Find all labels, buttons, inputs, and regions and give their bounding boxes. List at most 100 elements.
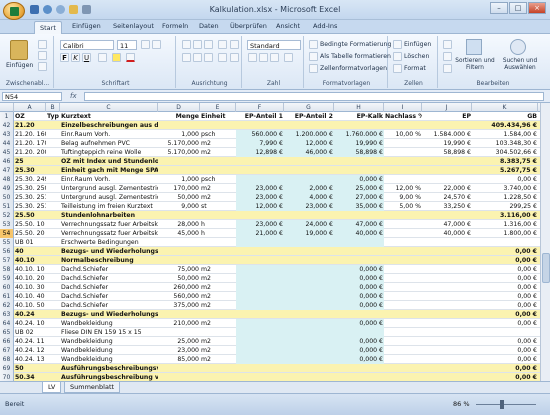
cell-g[interactable] bbox=[284, 346, 334, 355]
cell-j[interactable] bbox=[422, 319, 472, 328]
cell-g[interactable]: EP-Anteil 2 bbox=[284, 112, 334, 121]
tab-formeln[interactable]: Formeln bbox=[162, 22, 188, 30]
indent-icon[interactable] bbox=[218, 53, 227, 62]
cell-b[interactable] bbox=[46, 310, 60, 319]
cell-i[interactable] bbox=[384, 373, 422, 381]
cell-e[interactable] bbox=[200, 121, 236, 130]
row-header[interactable]: 51 bbox=[0, 202, 14, 211]
cell-h[interactable]: 0,000 € bbox=[334, 301, 384, 310]
row-header[interactable]: 66 bbox=[0, 337, 14, 346]
cell-k[interactable]: 0,00 € bbox=[472, 319, 538, 328]
column-header-h[interactable]: H bbox=[334, 103, 384, 112]
cell-d[interactable]: 1,000 bbox=[158, 130, 200, 139]
cell-e[interactable] bbox=[200, 157, 236, 166]
cell-i[interactable] bbox=[384, 265, 422, 274]
cell-i[interactable] bbox=[384, 139, 422, 148]
font-color-icon[interactable] bbox=[126, 53, 135, 62]
cell-j[interactable] bbox=[422, 355, 472, 364]
cell-b[interactable] bbox=[46, 211, 60, 220]
row-header[interactable]: 67 bbox=[0, 346, 14, 355]
cell-f[interactable] bbox=[236, 121, 284, 130]
align-left-icon[interactable] bbox=[182, 53, 191, 62]
cell-f[interactable] bbox=[236, 211, 284, 220]
cell-e[interactable]: m2 bbox=[200, 319, 236, 328]
cell-k[interactable]: 1.228,50 € bbox=[472, 193, 538, 202]
cell-f[interactable] bbox=[236, 337, 284, 346]
cell-c[interactable]: Tuftingteppich reine Wolle bbox=[60, 148, 158, 157]
cell-g[interactable] bbox=[284, 256, 334, 265]
formula-input[interactable] bbox=[84, 92, 544, 101]
cell-h[interactable] bbox=[334, 373, 384, 381]
font-name-select[interactable]: Calibri bbox=[60, 40, 114, 50]
delete-cells-button[interactable]: Löschen bbox=[404, 53, 429, 60]
cell-a[interactable]: 21.20. 160 bbox=[14, 130, 46, 139]
fill-color-icon[interactable] bbox=[112, 53, 121, 62]
cell-e[interactable]: Einheit bbox=[200, 112, 236, 121]
cell-f[interactable]: 12,898 € bbox=[236, 148, 284, 157]
cell-b[interactable] bbox=[46, 247, 60, 256]
orientation-icon[interactable] bbox=[218, 40, 227, 49]
cell-c[interactable]: Wandbekleidung bbox=[60, 337, 158, 346]
underline-icon[interactable]: U bbox=[82, 53, 91, 62]
column-header-a[interactable]: A bbox=[14, 103, 46, 112]
cell-i[interactable]: 12,00 % bbox=[384, 184, 422, 193]
cell-h[interactable]: 19,990 € bbox=[334, 139, 384, 148]
cell-i[interactable] bbox=[384, 220, 422, 229]
cell-g[interactable]: 1.200.000 € bbox=[284, 130, 334, 139]
grow-font-icon[interactable] bbox=[141, 40, 150, 49]
cell-h[interactable]: 47,000 € bbox=[334, 220, 384, 229]
cell-f[interactable] bbox=[236, 346, 284, 355]
row-header[interactable]: 49 bbox=[0, 184, 14, 193]
cell-b[interactable] bbox=[46, 184, 60, 193]
cell-c[interactable]: Dachd.Schiefer bbox=[60, 301, 158, 310]
cell-j[interactable] bbox=[422, 265, 472, 274]
cell-f[interactable] bbox=[236, 247, 284, 256]
cell-f[interactable]: 12,000 € bbox=[236, 202, 284, 211]
cell-a[interactable]: 25.50 bbox=[14, 211, 46, 220]
cell-i[interactable] bbox=[384, 121, 422, 130]
cell-d[interactable]: 375,000 bbox=[158, 301, 200, 310]
row-header[interactable]: 45 bbox=[0, 148, 14, 157]
cell-h[interactable]: 35,000 € bbox=[334, 202, 384, 211]
cell-i[interactable] bbox=[384, 292, 422, 301]
merge-cells-icon[interactable] bbox=[230, 53, 239, 62]
cell-a[interactable]: OZ bbox=[14, 112, 46, 121]
cell-h[interactable] bbox=[334, 247, 384, 256]
cell-f[interactable]: 23,000 € bbox=[236, 193, 284, 202]
cell-d[interactable] bbox=[158, 238, 200, 247]
cell-d[interactable]: 85,000 bbox=[158, 355, 200, 364]
tab-seitenlayout[interactable]: Seitenlayout bbox=[113, 22, 154, 30]
row-header[interactable]: 44 bbox=[0, 139, 14, 148]
cell-e[interactable]: m2 bbox=[200, 139, 236, 148]
cell-d[interactable] bbox=[158, 121, 200, 130]
cell-g[interactable] bbox=[284, 283, 334, 292]
cell-i[interactable]: 10,00 % bbox=[384, 130, 422, 139]
cell-g[interactable] bbox=[284, 373, 334, 381]
cell-e[interactable] bbox=[200, 211, 236, 220]
cell-e[interactable] bbox=[200, 328, 236, 337]
zoom-slider[interactable] bbox=[476, 404, 536, 405]
cell-h[interactable] bbox=[334, 238, 384, 247]
cell-g[interactable]: 12,000 € bbox=[284, 139, 334, 148]
align-middle-icon[interactable] bbox=[193, 40, 202, 49]
percent-icon[interactable] bbox=[259, 53, 268, 62]
cell-j[interactable]: 1.584.000 € bbox=[422, 130, 472, 139]
row-header[interactable]: 58 bbox=[0, 265, 14, 274]
row-header[interactable]: 68 bbox=[0, 355, 14, 364]
row-header[interactable]: 56 bbox=[0, 247, 14, 256]
cell-j[interactable] bbox=[422, 283, 472, 292]
cell-i[interactable] bbox=[384, 355, 422, 364]
cell-j[interactable] bbox=[422, 238, 472, 247]
cell-g[interactable] bbox=[284, 211, 334, 220]
cell-g[interactable] bbox=[284, 238, 334, 247]
cell-j[interactable] bbox=[422, 121, 472, 130]
cell-e[interactable]: m2 bbox=[200, 193, 236, 202]
cell-j[interactable] bbox=[422, 166, 472, 175]
cell-a[interactable]: 25.50. 10 bbox=[14, 220, 46, 229]
cell-k[interactable]: 0,00 € bbox=[472, 346, 538, 355]
cell-c[interactable]: Wandbekleidung bbox=[60, 319, 158, 328]
cell-g[interactable] bbox=[284, 355, 334, 364]
cell-a[interactable]: 40.10. 30 bbox=[14, 283, 46, 292]
bold-icon[interactable]: F bbox=[60, 53, 69, 62]
cell-f[interactable]: 7,990 € bbox=[236, 139, 284, 148]
